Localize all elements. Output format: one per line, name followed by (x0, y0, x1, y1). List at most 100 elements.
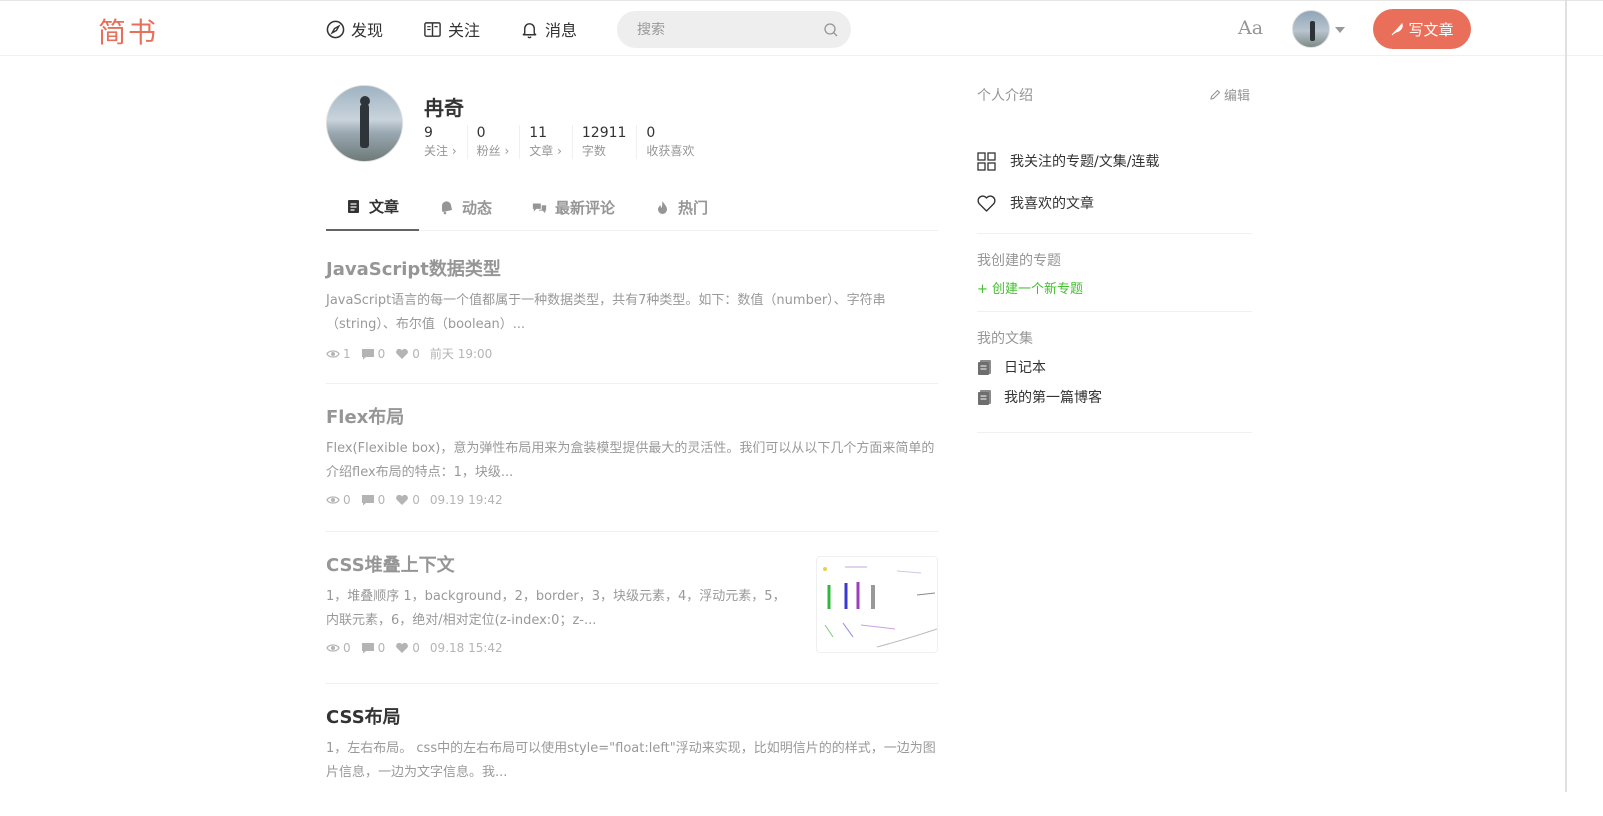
stat-followers[interactable]: 0 粉丝 › (477, 125, 521, 159)
article-comments[interactable]: 0 (361, 641, 386, 655)
article-likes-count: 0 (412, 493, 420, 507)
article-comments[interactable]: 0 (361, 346, 386, 361)
stat-following[interactable]: 9 关注 › (424, 125, 468, 159)
feather-icon (1392, 23, 1404, 36)
tab-hot-label: 热门 (678, 198, 709, 217)
profile-stats: 9 关注 › 0 粉丝 › 11 文章 › 12911 字数 0 收获喜欢 (424, 125, 713, 159)
article-time: 前天 19:00 (429, 347, 493, 361)
stat-label: 粉丝 › (476, 144, 510, 158)
article-likes-count: 0 (412, 641, 420, 655)
search-input[interactable] (637, 21, 817, 38)
article-comments-count: 0 (377, 346, 386, 361)
nav-follow[interactable]: 关注 (423, 17, 480, 41)
article-abstract: JavaScript语言的每一个值都属于一种数据类型，共有7种类型。如下：数值（… (326, 293, 886, 332)
stat-likes: 0 收获喜欢 (646, 125, 704, 159)
grid-icon (977, 151, 996, 171)
tab-articles-label: 文章 (369, 198, 400, 216)
notebook-item[interactable]: 我的第一篇博客 (977, 387, 1252, 407)
book-icon (424, 21, 441, 37)
nav-messages-label: 消息 (545, 21, 578, 40)
search-icon[interactable] (823, 22, 839, 38)
article-item: Flex布局 Flex(Flexible box)，意为弹性布局用来为盒装模型提… (326, 406, 938, 532)
sidebar-link-label: 我关注的专题/文集/连载 (1010, 154, 1160, 170)
sidebar-link-liked[interactable]: 我喜欢的文章 (977, 193, 1252, 213)
sidebar-link-subscriptions[interactable]: 我关注的专题/文集/连载 (977, 151, 1252, 171)
article-title[interactable]: Flex布局 (326, 406, 938, 430)
heart-icon (396, 494, 409, 505)
nav-messages[interactable]: 消息 (520, 17, 577, 41)
chevron-down-icon[interactable] (1335, 27, 1345, 33)
font-toggle-button[interactable]: Aa (1238, 17, 1263, 39)
profile-tabs: 文章 动态 最新评论 热门 (326, 184, 938, 231)
stat-label: 收获喜欢 (646, 144, 695, 158)
comment-icon (361, 495, 374, 506)
tab-activity-label: 动态 (462, 198, 493, 217)
logo[interactable]: 简书 (98, 11, 158, 51)
tab-latest-comments-label: 最新评论 (555, 198, 616, 217)
stat-label: 关注 › (424, 144, 457, 158)
tab-latest-comments[interactable]: 最新评论 (512, 184, 635, 230)
main-nav: 发现 关注 消息 (326, 1, 617, 57)
search-box (617, 11, 851, 48)
eye-icon (326, 349, 340, 358)
comments-icon (532, 203, 547, 213)
article-time: 09.19 19:42 (429, 493, 503, 507)
notebook-item[interactable]: 日记本 (977, 357, 1252, 377)
article-likes: 0 (395, 641, 420, 655)
sketch-image (823, 566, 937, 648)
user-avatar[interactable] (1292, 10, 1330, 48)
nav-discover[interactable]: 发现 (326, 17, 383, 41)
stat-value: 0 (646, 125, 656, 141)
tab-hot[interactable]: 热门 (635, 184, 728, 230)
edit-intro-button[interactable]: 编辑 (1209, 85, 1250, 104)
divider (977, 233, 1252, 234)
pencil-icon (1210, 89, 1221, 100)
stat-words: 12911 字数 (582, 125, 638, 159)
article-views-count: 0 (343, 641, 351, 655)
stat-articles[interactable]: 11 文章 › (529, 125, 573, 159)
top-navbar: 简书 发现 关注 消息 Aa 写文章 (0, 0, 1603, 56)
notebooks-title: 我的文集 (977, 331, 1033, 347)
article-views-count: 1 (343, 346, 351, 361)
article-views-count: 0 (343, 493, 351, 507)
article-title[interactable]: JavaScript数据类型 (326, 258, 938, 282)
notebook-label: 我的第一篇博客 (1004, 390, 1102, 406)
nav-follow-label: 关注 (448, 21, 481, 40)
scrollbar[interactable] (1565, 0, 1567, 792)
heart-icon (396, 348, 409, 359)
article-item: CSS布局 1，左右布局。 css中的左右布局可以使用style="float:… (326, 706, 938, 816)
stat-label: 文章 › (529, 144, 562, 158)
stat-label: 字数 (581, 144, 606, 158)
eye-icon (326, 644, 340, 652)
create-topic-link[interactable]: + 创建一个新专题 (977, 278, 1252, 297)
notebook-icon (978, 389, 991, 405)
profile-name[interactable]: 冉奇 (424, 92, 464, 121)
edit-label: 编辑 (1224, 89, 1251, 104)
notebook-label: 日记本 (1004, 360, 1046, 376)
article-title[interactable]: CSS布局 (326, 706, 938, 730)
fire-icon (658, 200, 668, 214)
tab-activity[interactable]: 动态 (419, 184, 512, 230)
stat-value: 11 (529, 125, 548, 141)
article-comments-count: 0 (377, 641, 386, 655)
divider (977, 432, 1252, 433)
article-time: 09.18 15:42 (429, 641, 503, 655)
article-item: JavaScript数据类型 JavaScript语言的每一个值都属于一种数据类… (326, 258, 938, 384)
notebook-icon (978, 359, 991, 375)
article-views: 0 (326, 493, 351, 507)
tab-articles[interactable]: 文章 (326, 184, 420, 231)
topics-title: 我创建的专题 (977, 253, 1061, 269)
write-article-button[interactable]: 写文章 (1373, 9, 1471, 49)
article-abstract: 1，左右布局。 css中的左右布局可以使用style="float:left"浮… (326, 741, 936, 780)
document-icon (348, 200, 359, 213)
comment-icon (361, 643, 374, 654)
article-meta: 0 0 0 09.19 19:42 (326, 493, 938, 507)
sidebar-link-label: 我喜欢的文章 (1010, 196, 1094, 212)
article-likes: 0 (395, 347, 420, 361)
article-thumbnail[interactable] (816, 556, 938, 653)
nav-discover-label: 发现 (351, 21, 384, 40)
article-comments[interactable]: 0 (361, 493, 385, 507)
article-meta: 1 0 0 前天 19:00 (326, 345, 938, 362)
article-abstract: Flex(Flexible box)，意为弹性布局用来为盒装模型提供最大的灵活性… (326, 441, 935, 480)
comment-icon (361, 348, 374, 359)
